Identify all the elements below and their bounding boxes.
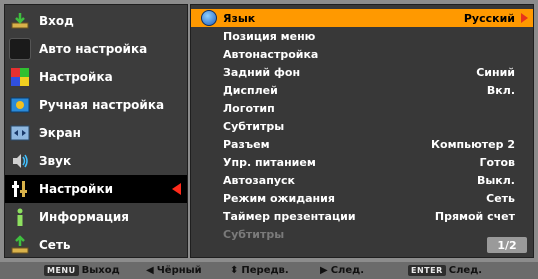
setting-display[interactable]: Дисплей Вкл.	[191, 81, 533, 99]
menu-item-sound[interactable]: Звук	[5, 147, 187, 175]
menu-item-label: Экран	[39, 126, 81, 140]
footer-exit-label: Выход	[81, 265, 120, 276]
setting-label: Автонастройка	[223, 47, 319, 61]
footer-help-bar: MENU Выход ◀ Чёрный ⬍ Передв. ▶ След. EN…	[0, 262, 538, 279]
footer-black: ◀ Чёрный	[146, 262, 202, 279]
network-icon	[9, 234, 31, 256]
setting-value: Вкл.	[486, 83, 515, 97]
menu-item-network[interactable]: Сеть	[5, 231, 187, 259]
main-menu: Вход Авто настройка Настройка Ручная нас…	[4, 4, 188, 258]
menu-item-label: Информация	[39, 210, 129, 224]
setting-value: Готов	[479, 155, 515, 169]
setting-label: Таймер презентации	[223, 209, 356, 223]
setting-subtitles[interactable]: Субтитры	[191, 117, 533, 135]
setting-autostart[interactable]: Автозапуск Выкл.	[191, 171, 533, 189]
setting-value: Синий	[476, 65, 515, 79]
setting-label: Субтитры	[223, 227, 285, 241]
footer-enter-label: След.	[448, 265, 483, 276]
enter-key-icon: ENTER	[408, 265, 446, 276]
setting-value: Прямой счет	[434, 209, 515, 223]
settings-icon	[9, 178, 31, 200]
setting-language[interactable]: Язык Русский	[191, 9, 533, 27]
setting-label: Дисплей	[223, 83, 278, 97]
menu-item-auto-setup[interactable]: Авто настройка	[5, 35, 187, 63]
setting-value: Компьютер 2	[431, 137, 515, 151]
settings-panel: Язык Русский Позиция меню Автонастройка …	[190, 4, 534, 258]
screen-icon	[9, 122, 31, 144]
setting-label: Логотип	[223, 101, 275, 115]
menu-item-input[interactable]: Вход	[5, 7, 187, 35]
arrow-right-icon: ▶	[320, 265, 328, 276]
menu-item-label: Ручная настройка	[39, 98, 165, 112]
footer-move-label: Передв.	[241, 265, 289, 276]
selection-arrow-icon	[172, 183, 181, 195]
menu-item-adjust[interactable]: Настройка	[5, 63, 187, 91]
menu-item-manual-setup[interactable]: Ручная настройка	[5, 91, 187, 119]
setting-label: Разъем	[223, 137, 270, 151]
menu-item-screen[interactable]: Экран	[5, 119, 187, 147]
menu-item-label: Настройка	[39, 70, 113, 84]
setting-presentation-timer[interactable]: Таймер презентации Прямой счет	[191, 207, 533, 225]
input-icon	[9, 10, 31, 32]
footer-black-label: Чёрный	[156, 265, 202, 276]
menu-item-label: Сеть	[39, 238, 71, 252]
setting-value: Выкл.	[476, 173, 515, 187]
setting-power-management[interactable]: Упр. питанием Готов	[191, 153, 533, 171]
page-indicator: 1/2	[487, 237, 527, 253]
setting-standby-mode[interactable]: Режим ожидания Сеть	[191, 189, 533, 207]
footer-enter: ENTER След.	[408, 262, 482, 279]
menu-item-label: Звук	[39, 154, 72, 168]
setting-label: Субтитры	[223, 119, 285, 133]
footer-exit: MENU Выход	[44, 262, 120, 279]
setting-value: Сеть	[486, 191, 515, 205]
setting-label: Язык	[223, 11, 256, 25]
setting-auto-setup[interactable]: Автонастройка	[191, 45, 533, 63]
setting-background[interactable]: Задний фон Синий	[191, 63, 533, 81]
auto-setup-icon	[9, 38, 31, 60]
manual-setup-icon	[9, 94, 31, 116]
menu-item-label: Настройки	[39, 182, 114, 196]
menu-item-info[interactable]: Информация	[5, 203, 187, 231]
setting-terminal[interactable]: Разъем Компьютер 2	[191, 135, 533, 153]
setting-label: Режим ожидания	[223, 191, 335, 205]
adjust-icon	[9, 66, 31, 88]
projector-menu: Вход Авто настройка Настройка Ручная нас…	[0, 0, 538, 262]
setting-menu-position[interactable]: Позиция меню	[191, 27, 533, 45]
setting-label: Задний фон	[223, 65, 301, 79]
menu-key-icon: MENU	[44, 265, 79, 276]
setting-label: Автозапуск	[223, 173, 295, 187]
setting-value: Русский	[463, 11, 515, 25]
setting-label: Позиция меню	[223, 29, 316, 43]
menu-item-label: Авто настройка	[39, 42, 148, 56]
setting-label: Упр. питанием	[223, 155, 316, 169]
arrow-right-icon	[521, 13, 528, 23]
setting-logo[interactable]: Логотип	[191, 99, 533, 117]
menu-item-label: Вход	[39, 14, 74, 28]
footer-move: ⬍ Передв.	[230, 262, 289, 279]
footer-next-label: След.	[330, 265, 365, 276]
sound-icon	[9, 150, 31, 172]
footer-next: ▶ След.	[320, 262, 364, 279]
info-icon	[9, 206, 31, 228]
menu-item-settings[interactable]: Настройки	[5, 175, 187, 203]
arrow-left-icon: ◀	[146, 265, 154, 276]
setting-subtitles-disabled: Субтитры	[191, 225, 533, 243]
globe-icon	[201, 10, 217, 26]
arrow-up-down-icon: ⬍	[230, 265, 239, 276]
